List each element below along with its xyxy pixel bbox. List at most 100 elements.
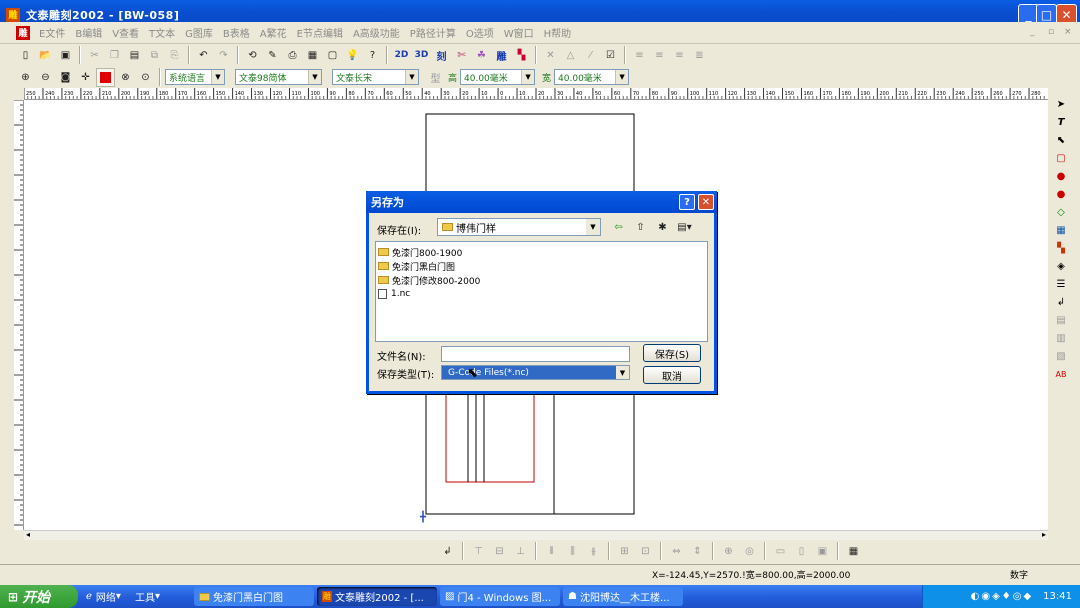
up-folder-icon[interactable]: ⇧ xyxy=(631,218,650,237)
hook-icon[interactable]: ↲ xyxy=(1052,294,1070,310)
fit-width-icon[interactable]: ▭ xyxy=(771,542,790,561)
type-button[interactable]: 型 xyxy=(426,68,445,87)
list-icon[interactable]: ☰ xyxy=(1052,276,1070,292)
menu-file[interactable]: E文件 xyxy=(34,25,70,40)
curve-icon[interactable]: ☘ xyxy=(472,46,491,65)
color-red-icon[interactable] xyxy=(96,67,115,87)
mdi-close-button[interactable]: × xyxy=(1064,27,1072,37)
distribute-v-icon[interactable]: ⫼ xyxy=(563,542,582,561)
align-left-icon[interactable]: ≡ xyxy=(630,46,649,65)
list-item[interactable]: 免漆门黑白门图 xyxy=(378,259,705,273)
edit-box-icon[interactable]: ☑ xyxy=(601,46,620,65)
menu-text[interactable]: T文本 xyxy=(144,25,180,40)
menu-window[interactable]: W窗口 xyxy=(499,25,539,40)
duplicate-icon[interactable]: ⧉ xyxy=(145,46,164,65)
network-toolbar[interactable]: ℯ 网络 ▾ xyxy=(81,587,127,606)
task-folder[interactable]: 免漆门黑白门图 xyxy=(194,587,314,606)
group-icon[interactable]: ⊞ xyxy=(615,542,634,561)
list-item[interactable]: 免漆门修改800-2000 xyxy=(378,273,705,287)
zoom-in-icon[interactable]: ⊕ xyxy=(16,68,35,87)
engrave-button[interactable]: 刻 xyxy=(432,46,451,65)
fruit-icon[interactable]: ● xyxy=(1052,186,1070,202)
grid-icon[interactable]: ▦ xyxy=(844,542,863,561)
mdi-restore-button[interactable]: ▫ xyxy=(1048,27,1054,37)
transform-icon[interactable]: ✕ xyxy=(541,46,560,65)
italic-icon[interactable]: ⁄ xyxy=(581,46,600,65)
tools-toolbar[interactable]: 工具 ▾ xyxy=(130,587,170,606)
color-icon[interactable]: ▚ xyxy=(512,46,531,65)
undo-icon[interactable]: ↶ xyxy=(194,46,213,65)
scroll-left-icon[interactable]: ◂ xyxy=(26,530,30,539)
filename-input[interactable] xyxy=(441,346,630,362)
menu-node-edit[interactable]: E节点编辑 xyxy=(292,25,348,40)
table-tool-icon[interactable]: ▦ xyxy=(1052,222,1070,238)
distribute-h-icon[interactable]: ⫴ xyxy=(542,542,561,561)
cut-icon[interactable]: ✂ xyxy=(85,46,104,65)
cn-font-select[interactable]: 文泰98简体 ▼ xyxy=(235,69,322,85)
save-disk-icon[interactable]: ▣ xyxy=(56,46,75,65)
fit-height-icon[interactable]: ▯ xyxy=(792,542,811,561)
menu-options[interactable]: O选项 xyxy=(461,25,499,40)
language-select[interactable]: 系统语言 ▼ xyxy=(165,69,225,85)
cancel-button[interactable]: 取消 xyxy=(643,366,701,384)
cherry-icon[interactable]: ● xyxy=(1052,168,1070,184)
menu-table[interactable]: B表格 xyxy=(218,25,255,40)
menu-advanced[interactable]: A高级功能 xyxy=(348,25,405,40)
ab-text-icon[interactable]: AB xyxy=(1052,366,1070,382)
bulb-icon[interactable]: 💡 xyxy=(343,46,362,65)
task-image-viewer[interactable]: ▨ 门4 - Windows 图... xyxy=(440,587,560,606)
print-icon[interactable]: ⎙ xyxy=(283,46,302,65)
list-item[interactable]: 免漆门800-1900 xyxy=(378,245,705,259)
arrange-icon[interactable]: ↲ xyxy=(438,542,457,561)
circle-icon[interactable]: ◎ xyxy=(740,542,759,561)
cut-path-icon[interactable]: ✄ xyxy=(452,46,471,65)
flip-h-icon[interactable]: ⇔ xyxy=(667,542,686,561)
pan-icon[interactable]: ✛ xyxy=(76,68,95,87)
height-input[interactable]: 40.00毫米 ▼ xyxy=(460,69,536,85)
tool-c-icon[interactable]: ▧ xyxy=(1052,348,1070,364)
tray-icons[interactable]: ◐◉◈♦◎◆ xyxy=(971,591,1034,602)
frame-icon[interactable]: ▢ xyxy=(323,46,342,65)
back-icon[interactable]: ⇦ xyxy=(609,218,628,237)
task-browser[interactable]: ☗ 沈阳博达__木工楼... xyxy=(563,587,683,606)
fit-both-icon[interactable]: ▣ xyxy=(813,542,832,561)
dialog-help-button[interactable]: ? xyxy=(679,194,695,210)
menu-help[interactable]: H帮助 xyxy=(539,25,577,40)
triangle-icon[interactable]: △ xyxy=(561,46,580,65)
paste-icon[interactable]: ▤ xyxy=(125,46,144,65)
tool-a-icon[interactable]: ▤ xyxy=(1052,312,1070,328)
open-folder-icon[interactable]: 📂 xyxy=(36,46,55,65)
new-folder-icon[interactable]: ✱ xyxy=(653,218,672,237)
menu-path[interactable]: P路径计算 xyxy=(405,25,461,40)
flip-v-icon[interactable]: ⇕ xyxy=(688,542,707,561)
mode-3d-button[interactable]: 3D xyxy=(412,46,431,65)
diao-button[interactable]: 雕 xyxy=(492,46,511,65)
text-tool-icon[interactable]: T xyxy=(1052,114,1070,130)
tool-b-icon[interactable]: ▥ xyxy=(1052,330,1070,346)
menu-library[interactable]: G图库 xyxy=(180,25,218,40)
zoom-fit-icon[interactable]: ⊗ xyxy=(116,68,135,87)
mdi-minimize-button[interactable]: _ xyxy=(1030,27,1035,37)
zoom-out-icon[interactable]: ⊖ xyxy=(36,68,55,87)
help-icon[interactable]: ? xyxy=(363,46,382,65)
scroll-right-icon[interactable]: ▸ xyxy=(1042,530,1046,539)
view-menu-icon[interactable]: ▤▾ xyxy=(675,218,694,237)
select-arrow-icon[interactable]: ➤ xyxy=(1052,96,1070,112)
node-edit-icon[interactable]: ⬉ xyxy=(1052,132,1070,148)
align-middle-icon[interactable]: ⊟ xyxy=(490,542,509,561)
center-icon[interactable]: ⊕ xyxy=(719,542,738,561)
paint-icon[interactable]: ◈ xyxy=(1052,258,1070,274)
width-input[interactable]: 40.00毫米 ▼ xyxy=(554,69,630,85)
dialog-close-button[interactable]: ✕ xyxy=(698,194,714,210)
redo-icon[interactable]: ↷ xyxy=(214,46,233,65)
start-button[interactable]: ⊞ 开始 xyxy=(0,585,78,608)
clone-icon[interactable]: ⎘ xyxy=(165,46,184,65)
justify-icon[interactable]: ≣ xyxy=(690,46,709,65)
file-list[interactable]: 免漆门800-1900 免漆门黑白门图 免漆门修改800-2000 1.nc xyxy=(375,241,708,342)
ungroup-icon[interactable]: ⊡ xyxy=(636,542,655,561)
rectangle-tool-icon[interactable]: ▢ xyxy=(1052,150,1070,166)
task-wentai[interactable]: 雕文泰雕刻2002 - [... xyxy=(317,587,437,606)
align-center-icon[interactable]: ≡ xyxy=(650,46,669,65)
pen-icon[interactable]: ✎ xyxy=(263,46,282,65)
preview-icon[interactable]: ▦ xyxy=(303,46,322,65)
